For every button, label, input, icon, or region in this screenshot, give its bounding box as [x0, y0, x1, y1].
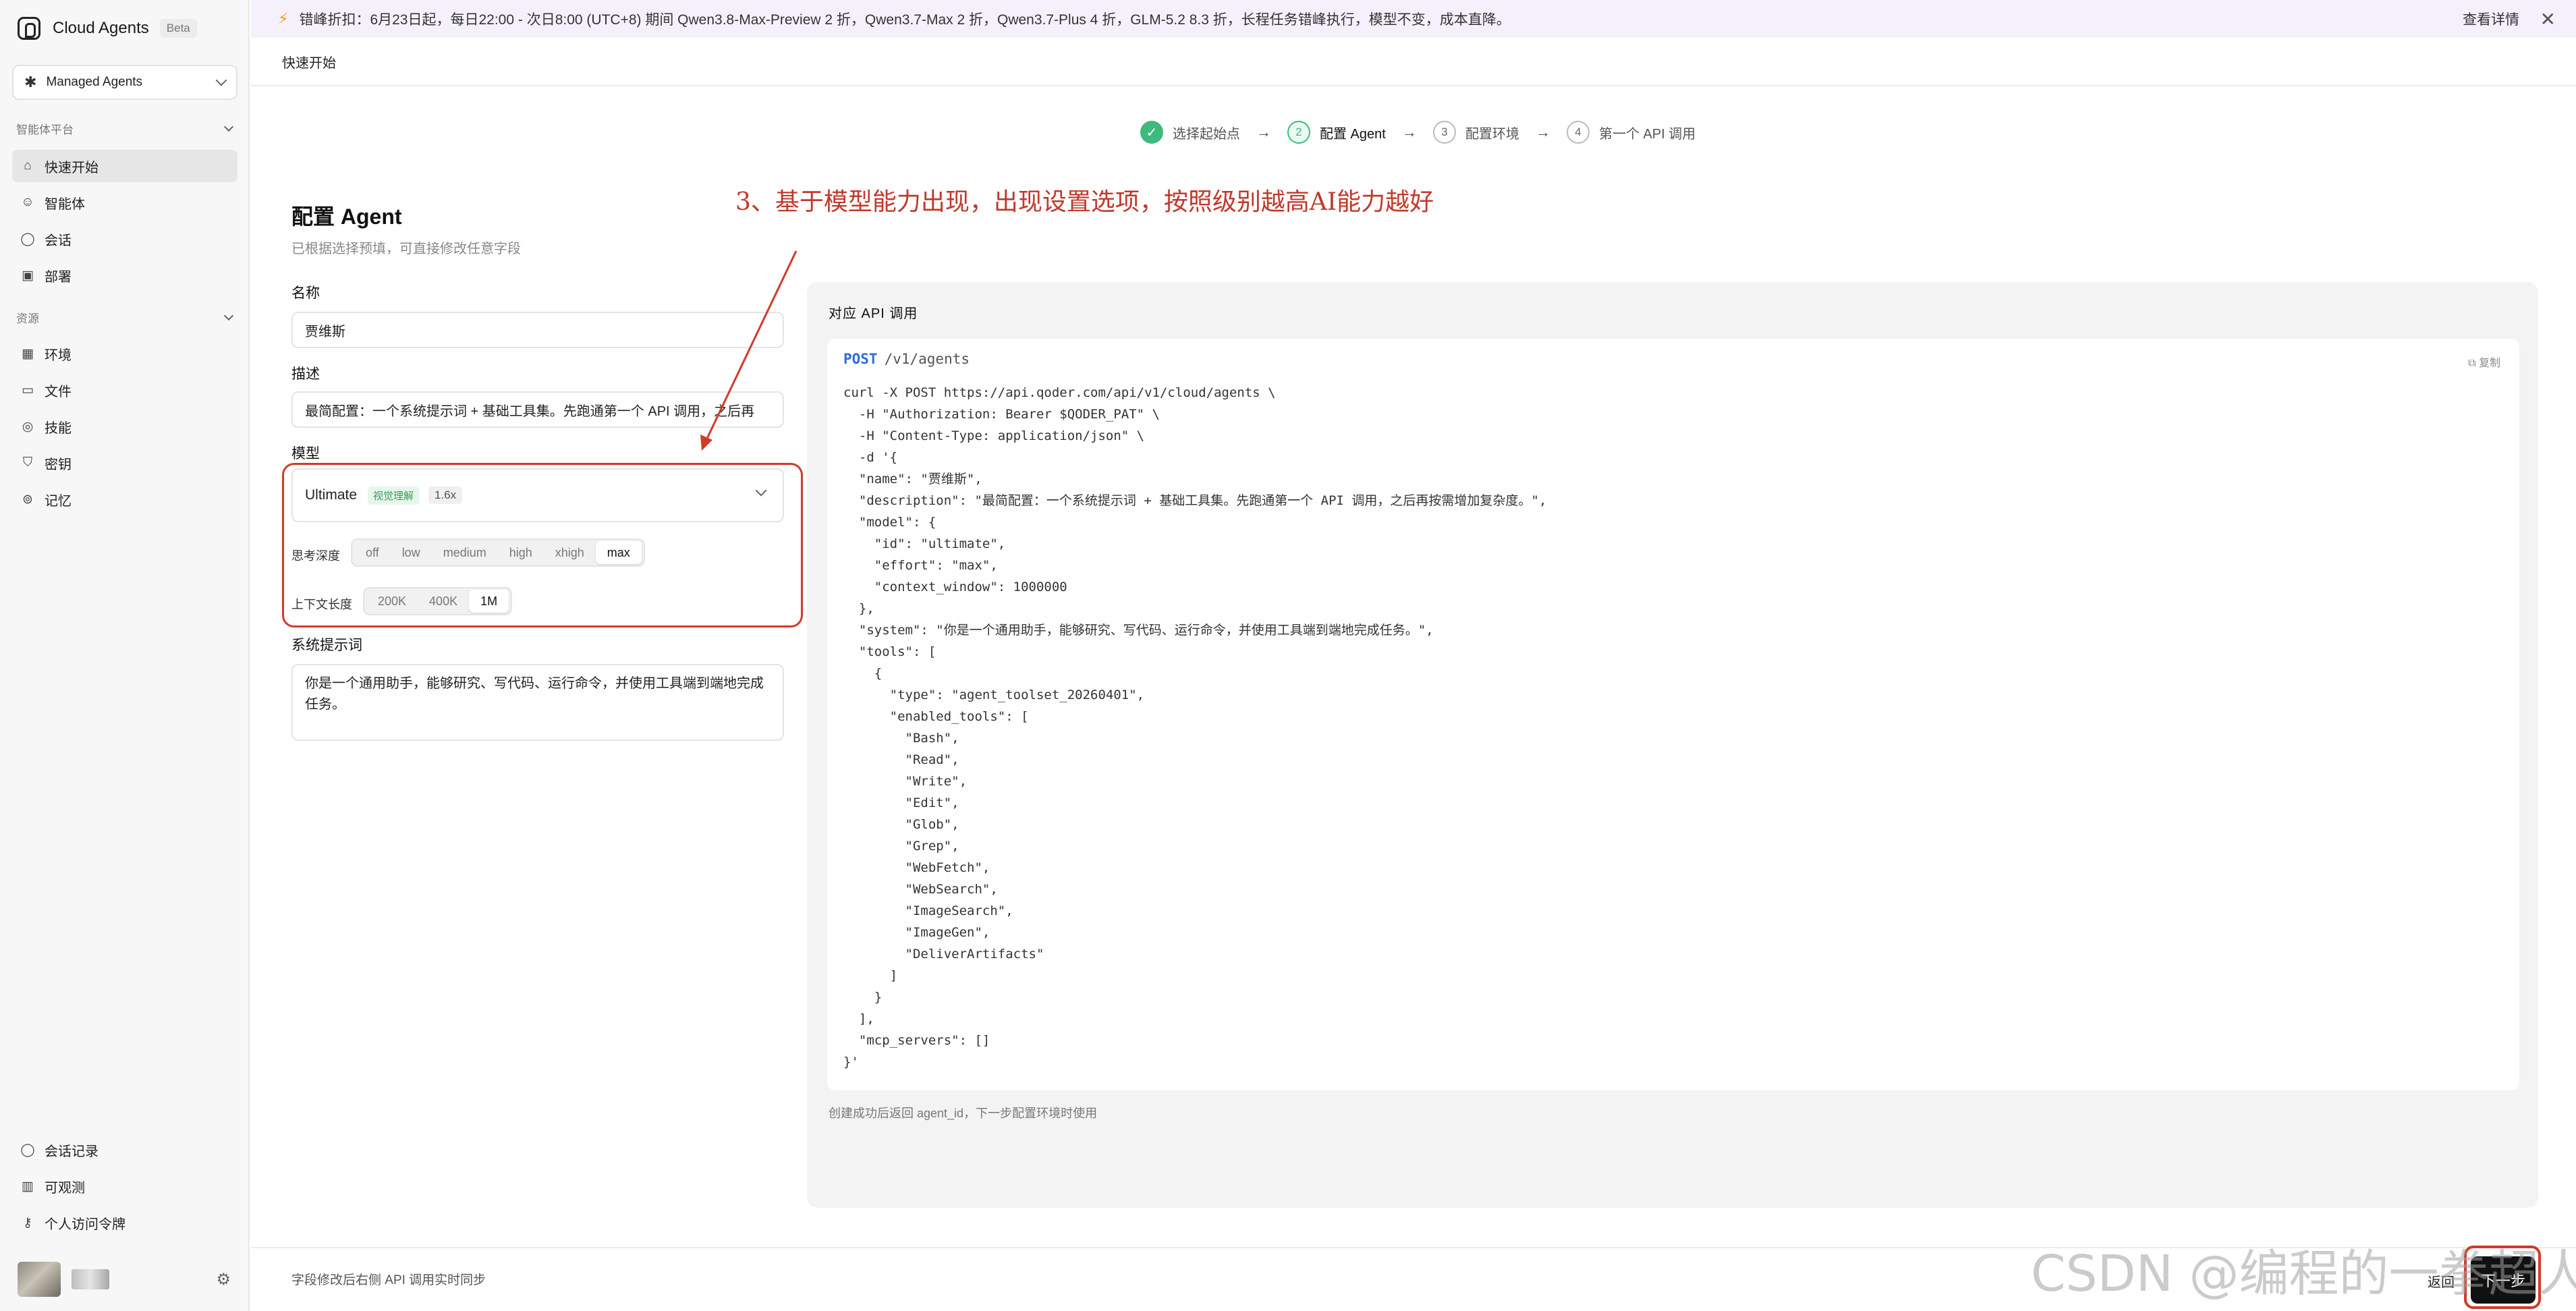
system-prompt-label: 系统提示词: [291, 638, 362, 653]
csdn-watermark: CSDN @编程的一拳超人: [2031, 1245, 2576, 1303]
asterisk-icon: ✱: [24, 74, 37, 90]
page-title: 配置 Agent: [291, 204, 402, 229]
sidebar: Cloud Agents Beta ✱ Managed Agents 智能体平台…: [0, 0, 250, 1311]
annotation-highlight-model-settings: [282, 463, 803, 627]
beta-badge: Beta: [159, 19, 197, 38]
key-icon: ⚷: [23, 1215, 32, 1230]
chat-history-icon: ◯: [20, 1142, 35, 1157]
copy-icon: ⧉: [2468, 358, 2476, 369]
user-name-blurred: [72, 1269, 109, 1289]
code-block: POST/v1/agents ⧉ 复制 curl -X POST https:/…: [827, 339, 2519, 1090]
chevron-down-icon: [223, 310, 234, 320]
check-icon: ✓: [1140, 121, 1163, 144]
name-field[interactable]: 贾维斯: [291, 312, 784, 348]
page-subtitle: 已根据选择预填，可直接修改任意字段: [291, 242, 521, 256]
name-label: 名称: [291, 285, 320, 301]
gear-icon[interactable]: ⚙: [216, 1270, 231, 1289]
brand-name: Cloud Agents: [53, 19, 149, 37]
banner-details-link[interactable]: 查看详情: [2463, 9, 2519, 29]
sidebar-item-memory[interactable]: ⊚ 记忆: [12, 483, 237, 515]
step-number: 3: [1432, 121, 1456, 144]
http-method: POST: [843, 351, 878, 367]
api-panel: 对应 API 调用 POST/v1/agents ⧉ 复制 curl -X PO…: [807, 282, 2538, 1208]
code-text: curl -X POST https://api.qoder.com/api/v…: [843, 385, 1547, 1069]
description-label: 描述: [291, 366, 320, 382]
chevron-down-icon: [223, 121, 234, 132]
model-label: 模型: [291, 446, 320, 462]
brand[interactable]: Cloud Agents Beta: [18, 15, 197, 42]
group-title-platform[interactable]: 智能体平台: [16, 120, 234, 137]
sidebar-item-files[interactable]: ▭ 文件: [12, 374, 237, 406]
chart-icon: ▥: [22, 1179, 34, 1194]
close-icon[interactable]: ✕: [2540, 8, 2556, 30]
api-panel-title: 对应 API 调用: [829, 306, 918, 321]
bulb-icon: ◎: [22, 419, 34, 434]
workspace-label: Managed Agents: [46, 75, 143, 89]
arrow-right-icon: →: [1256, 123, 1271, 140]
step-number: 2: [1287, 121, 1310, 144]
annotation-note: 3、基于模型能力出现，出现设置选项，按照级别越高AI能力越好: [735, 182, 1434, 217]
sidebar-item-sessions[interactable]: ◯ 会话: [12, 223, 237, 255]
copy-button[interactable]: ⧉ 复制: [2468, 354, 2500, 370]
home-icon: ⌂: [24, 159, 32, 173]
lightning-icon: ⚡: [278, 10, 289, 27]
sidebar-item-session-history[interactable]: ◯ 会话记录: [12, 1134, 237, 1166]
banner-text: 错峰折扣：6月23日起，每日22:00 - 次日8:00 (UTC+8) 期间 …: [299, 12, 1511, 28]
system-prompt-textarea[interactable]: 你是一个通用助手，能够研究、写代码、运行命令，并使用工具端到端地完成任务。: [291, 664, 784, 741]
api-footer-note: 创建成功后返回 agent_id，下一步配置环境时使用: [829, 1107, 1098, 1120]
description-field[interactable]: 最简配置：一个系统提示词 + 基础工具集。先跑通第一个 API 调用，之后再: [291, 391, 784, 428]
endpoint: POST/v1/agents: [843, 351, 970, 367]
endpoint-path: /v1/agents: [884, 351, 970, 367]
group-title-resources[interactable]: 资源: [16, 309, 234, 326]
step-configure-agent[interactable]: 2 配置 Agent: [1287, 121, 1386, 144]
folder-icon: ▭: [22, 383, 34, 397]
step-number: 4: [1566, 121, 1590, 144]
promo-banner: ⚡ 错峰折扣：6月23日起，每日22:00 - 次日8:00 (UTC+8) 期…: [251, 0, 2576, 38]
sidebar-item-agents[interactable]: ☺ 智能体: [12, 186, 237, 219]
chevron-down-icon: [215, 74, 227, 86]
sidebar-item-access-tokens[interactable]: ⚷ 个人访问令牌: [12, 1206, 237, 1239]
sidebar-item-secrets[interactable]: ⛉ 密钥: [12, 447, 237, 479]
deploy-icon: ▣: [22, 268, 34, 283]
memory-icon: ⊚: [22, 492, 33, 507]
stepper: ✓ 选择起始点 → 2 配置 Agent → 3 配置环境 → 4 第一个 AP…: [1140, 119, 1696, 146]
shield-icon: ⛉: [22, 455, 33, 470]
user-row[interactable]: ⚙: [18, 1259, 233, 1300]
sidebar-item-skills[interactable]: ◎ 技能: [12, 410, 237, 443]
chat-icon: ◯: [20, 231, 35, 246]
cloud-agents-logo-icon: [18, 17, 40, 40]
grid-icon: ▦: [22, 346, 34, 361]
sidebar-item-observability[interactable]: ▥ 可观测: [12, 1170, 237, 1202]
arrow-right-icon: →: [1535, 123, 1550, 140]
step-choose-start[interactable]: ✓ 选择起始点: [1140, 121, 1240, 144]
arrow-right-icon: →: [1401, 123, 1417, 140]
breadcrumb-current: 快速开始: [282, 55, 336, 71]
workspace-select[interactable]: ✱ Managed Agents: [12, 65, 237, 100]
sidebar-item-environments[interactable]: ▦ 环境: [12, 337, 237, 370]
agent-icon: ☺: [21, 195, 34, 209]
avatar[interactable]: [18, 1262, 61, 1297]
sidebar-item-quickstart[interactable]: ⌂ 快速开始: [12, 150, 237, 182]
breadcrumb: 快速开始: [251, 38, 2576, 86]
step-configure-environment[interactable]: 3 配置环境: [1432, 121, 1519, 144]
sidebar-item-deploy[interactable]: ▣ 部署: [12, 259, 237, 291]
sync-note: 字段修改后右侧 API 调用实时同步: [291, 1273, 486, 1287]
step-first-api-call[interactable]: 4 第一个 API 调用: [1566, 121, 1696, 144]
